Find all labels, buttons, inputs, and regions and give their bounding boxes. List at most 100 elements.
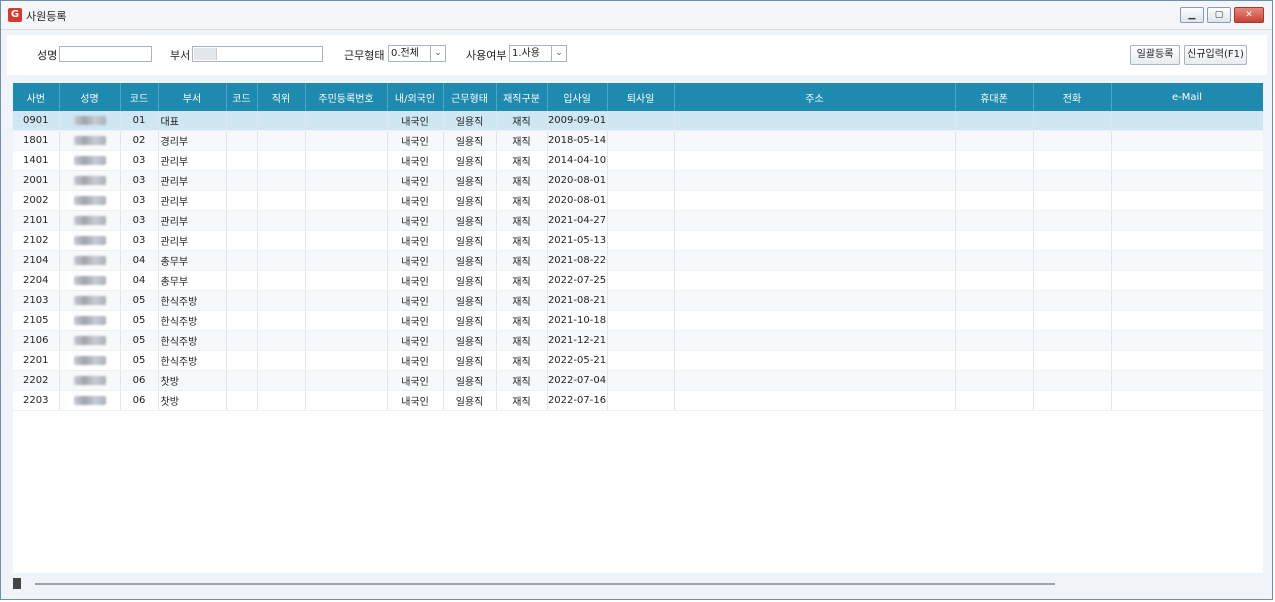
cell-empty[interactable] bbox=[955, 250, 1034, 271]
cell-code[interactable]: 05 bbox=[120, 310, 159, 331]
cell-empty[interactable] bbox=[226, 150, 258, 171]
cell-work[interactable]: 일용직 bbox=[443, 210, 497, 231]
cell-empty[interactable] bbox=[955, 370, 1034, 391]
dept-input[interactable] bbox=[192, 46, 323, 62]
cell-empty[interactable] bbox=[226, 111, 258, 131]
cell-empty[interactable] bbox=[1111, 290, 1263, 311]
cell-join[interactable]: 2020-08-01 bbox=[547, 170, 608, 191]
cell-empty[interactable] bbox=[607, 150, 675, 171]
cell-empty[interactable] bbox=[305, 390, 388, 411]
cell-dept[interactable]: 찻방 bbox=[158, 370, 227, 391]
cell-empty[interactable] bbox=[1033, 190, 1112, 211]
cell-work[interactable]: 일용직 bbox=[443, 250, 497, 271]
cell-empty[interactable] bbox=[607, 270, 675, 291]
cell-id[interactable]: 2106 bbox=[13, 330, 60, 351]
cell-empty[interactable] bbox=[257, 230, 306, 251]
cell-work[interactable]: 일용직 bbox=[443, 270, 497, 291]
cell-id[interactable]: 2105 bbox=[13, 310, 60, 331]
cell-empty[interactable] bbox=[226, 350, 258, 371]
horizontal-scrollbar[interactable] bbox=[13, 576, 1263, 590]
new-entry-button[interactable]: 신규입력(F1) bbox=[1184, 45, 1247, 65]
cell-code[interactable]: 05 bbox=[120, 290, 159, 311]
cell-join[interactable]: 2014-04-10 bbox=[547, 150, 608, 171]
cell-nat[interactable]: 내국인 bbox=[387, 370, 444, 391]
cell-join[interactable]: 2018-05-14 bbox=[547, 130, 608, 151]
cell-empty[interactable] bbox=[226, 210, 258, 231]
cell-empty[interactable] bbox=[674, 130, 956, 151]
cell-empty[interactable] bbox=[305, 370, 388, 391]
table-row[interactable]: 2201 05 한식주방 내국인 일용직 재직 2022-05-21 bbox=[13, 350, 1263, 371]
cell-name[interactable] bbox=[59, 210, 121, 231]
cell-dept[interactable]: 한식주방 bbox=[158, 330, 227, 351]
cell-nat[interactable]: 내국인 bbox=[387, 150, 444, 171]
cell-nat[interactable]: 내국인 bbox=[387, 130, 444, 151]
cell-empty[interactable] bbox=[1111, 130, 1263, 151]
table-row[interactable]: 1801 02 경리부 내국인 일용직 재직 2018-05-14 bbox=[13, 130, 1263, 151]
cell-empty[interactable] bbox=[1033, 210, 1112, 231]
cell-name[interactable] bbox=[59, 250, 121, 271]
cell-empty[interactable] bbox=[674, 111, 956, 131]
cell-empty[interactable] bbox=[674, 170, 956, 191]
cell-join[interactable]: 2021-12-21 bbox=[547, 330, 608, 351]
cell-empty[interactable] bbox=[955, 310, 1034, 331]
table-row[interactable]: 2204 04 총무부 내국인 일용직 재직 2022-07-25 bbox=[13, 270, 1263, 291]
cell-id[interactable]: 1801 bbox=[13, 130, 60, 151]
maximize-button[interactable]: ▢ bbox=[1207, 7, 1231, 23]
cell-empty[interactable] bbox=[1033, 150, 1112, 171]
cell-empty[interactable] bbox=[257, 111, 306, 131]
cell-empty[interactable] bbox=[305, 330, 388, 351]
cell-empty[interactable] bbox=[1033, 111, 1112, 131]
cell-empty[interactable] bbox=[1111, 270, 1263, 291]
cell-name[interactable] bbox=[59, 170, 121, 191]
cell-empty[interactable] bbox=[305, 210, 388, 231]
cell-code[interactable]: 03 bbox=[120, 230, 159, 251]
cell-empty[interactable] bbox=[1111, 250, 1263, 271]
cell-status[interactable]: 재직 bbox=[496, 150, 548, 171]
name-input[interactable] bbox=[59, 46, 152, 62]
cell-work[interactable]: 일용직 bbox=[443, 370, 497, 391]
cell-join[interactable]: 2022-07-16 bbox=[547, 390, 608, 411]
cell-code[interactable]: 03 bbox=[120, 170, 159, 191]
cell-empty[interactable] bbox=[226, 190, 258, 211]
cell-dept[interactable]: 관리부 bbox=[158, 210, 227, 231]
cell-empty[interactable] bbox=[257, 190, 306, 211]
cell-empty[interactable] bbox=[226, 170, 258, 191]
cell-dept[interactable]: 대표 bbox=[158, 111, 227, 131]
scrollbar-thumb[interactable] bbox=[13, 578, 21, 589]
cell-dept[interactable]: 총무부 bbox=[158, 250, 227, 271]
cell-empty[interactable] bbox=[305, 111, 388, 131]
cell-empty[interactable] bbox=[1111, 170, 1263, 191]
cell-empty[interactable] bbox=[226, 250, 258, 271]
cell-empty[interactable] bbox=[1033, 310, 1112, 331]
cell-id[interactable]: 2104 bbox=[13, 250, 60, 271]
cell-empty[interactable] bbox=[955, 390, 1034, 411]
cell-empty[interactable] bbox=[1033, 290, 1112, 311]
cell-empty[interactable] bbox=[305, 170, 388, 191]
cell-empty[interactable] bbox=[305, 230, 388, 251]
cell-code[interactable]: 04 bbox=[120, 250, 159, 271]
col-header[interactable]: 재직구분 bbox=[496, 83, 548, 111]
cell-status[interactable]: 재직 bbox=[496, 270, 548, 291]
cell-name[interactable] bbox=[59, 310, 121, 331]
minimize-button[interactable]: ▁ bbox=[1180, 7, 1204, 23]
cell-nat[interactable]: 내국인 bbox=[387, 270, 444, 291]
col-header[interactable]: 내/외국인 bbox=[387, 83, 444, 111]
cell-name[interactable] bbox=[59, 130, 121, 151]
cell-status[interactable]: 재직 bbox=[496, 330, 548, 351]
cell-join[interactable]: 2022-07-04 bbox=[547, 370, 608, 391]
cell-work[interactable]: 일용직 bbox=[443, 170, 497, 191]
cell-empty[interactable] bbox=[1033, 350, 1112, 371]
cell-join[interactable]: 2020-08-01 bbox=[547, 190, 608, 211]
table-row[interactable]: 2001 03 관리부 내국인 일용직 재직 2020-08-01 bbox=[13, 170, 1263, 191]
cell-empty[interactable] bbox=[226, 290, 258, 311]
cell-empty[interactable] bbox=[226, 230, 258, 251]
cell-id[interactable]: 2002 bbox=[13, 190, 60, 211]
cell-id[interactable]: 2001 bbox=[13, 170, 60, 191]
cell-join[interactable]: 2009-09-01 bbox=[547, 111, 608, 131]
cell-status[interactable]: 재직 bbox=[496, 390, 548, 411]
cell-empty[interactable] bbox=[674, 370, 956, 391]
cell-dept[interactable]: 한식주방 bbox=[158, 310, 227, 331]
table-row[interactable]: 2102 03 관리부 내국인 일용직 재직 2021-05-13 bbox=[13, 230, 1263, 251]
cell-code[interactable]: 04 bbox=[120, 270, 159, 291]
cell-id[interactable]: 2203 bbox=[13, 390, 60, 411]
